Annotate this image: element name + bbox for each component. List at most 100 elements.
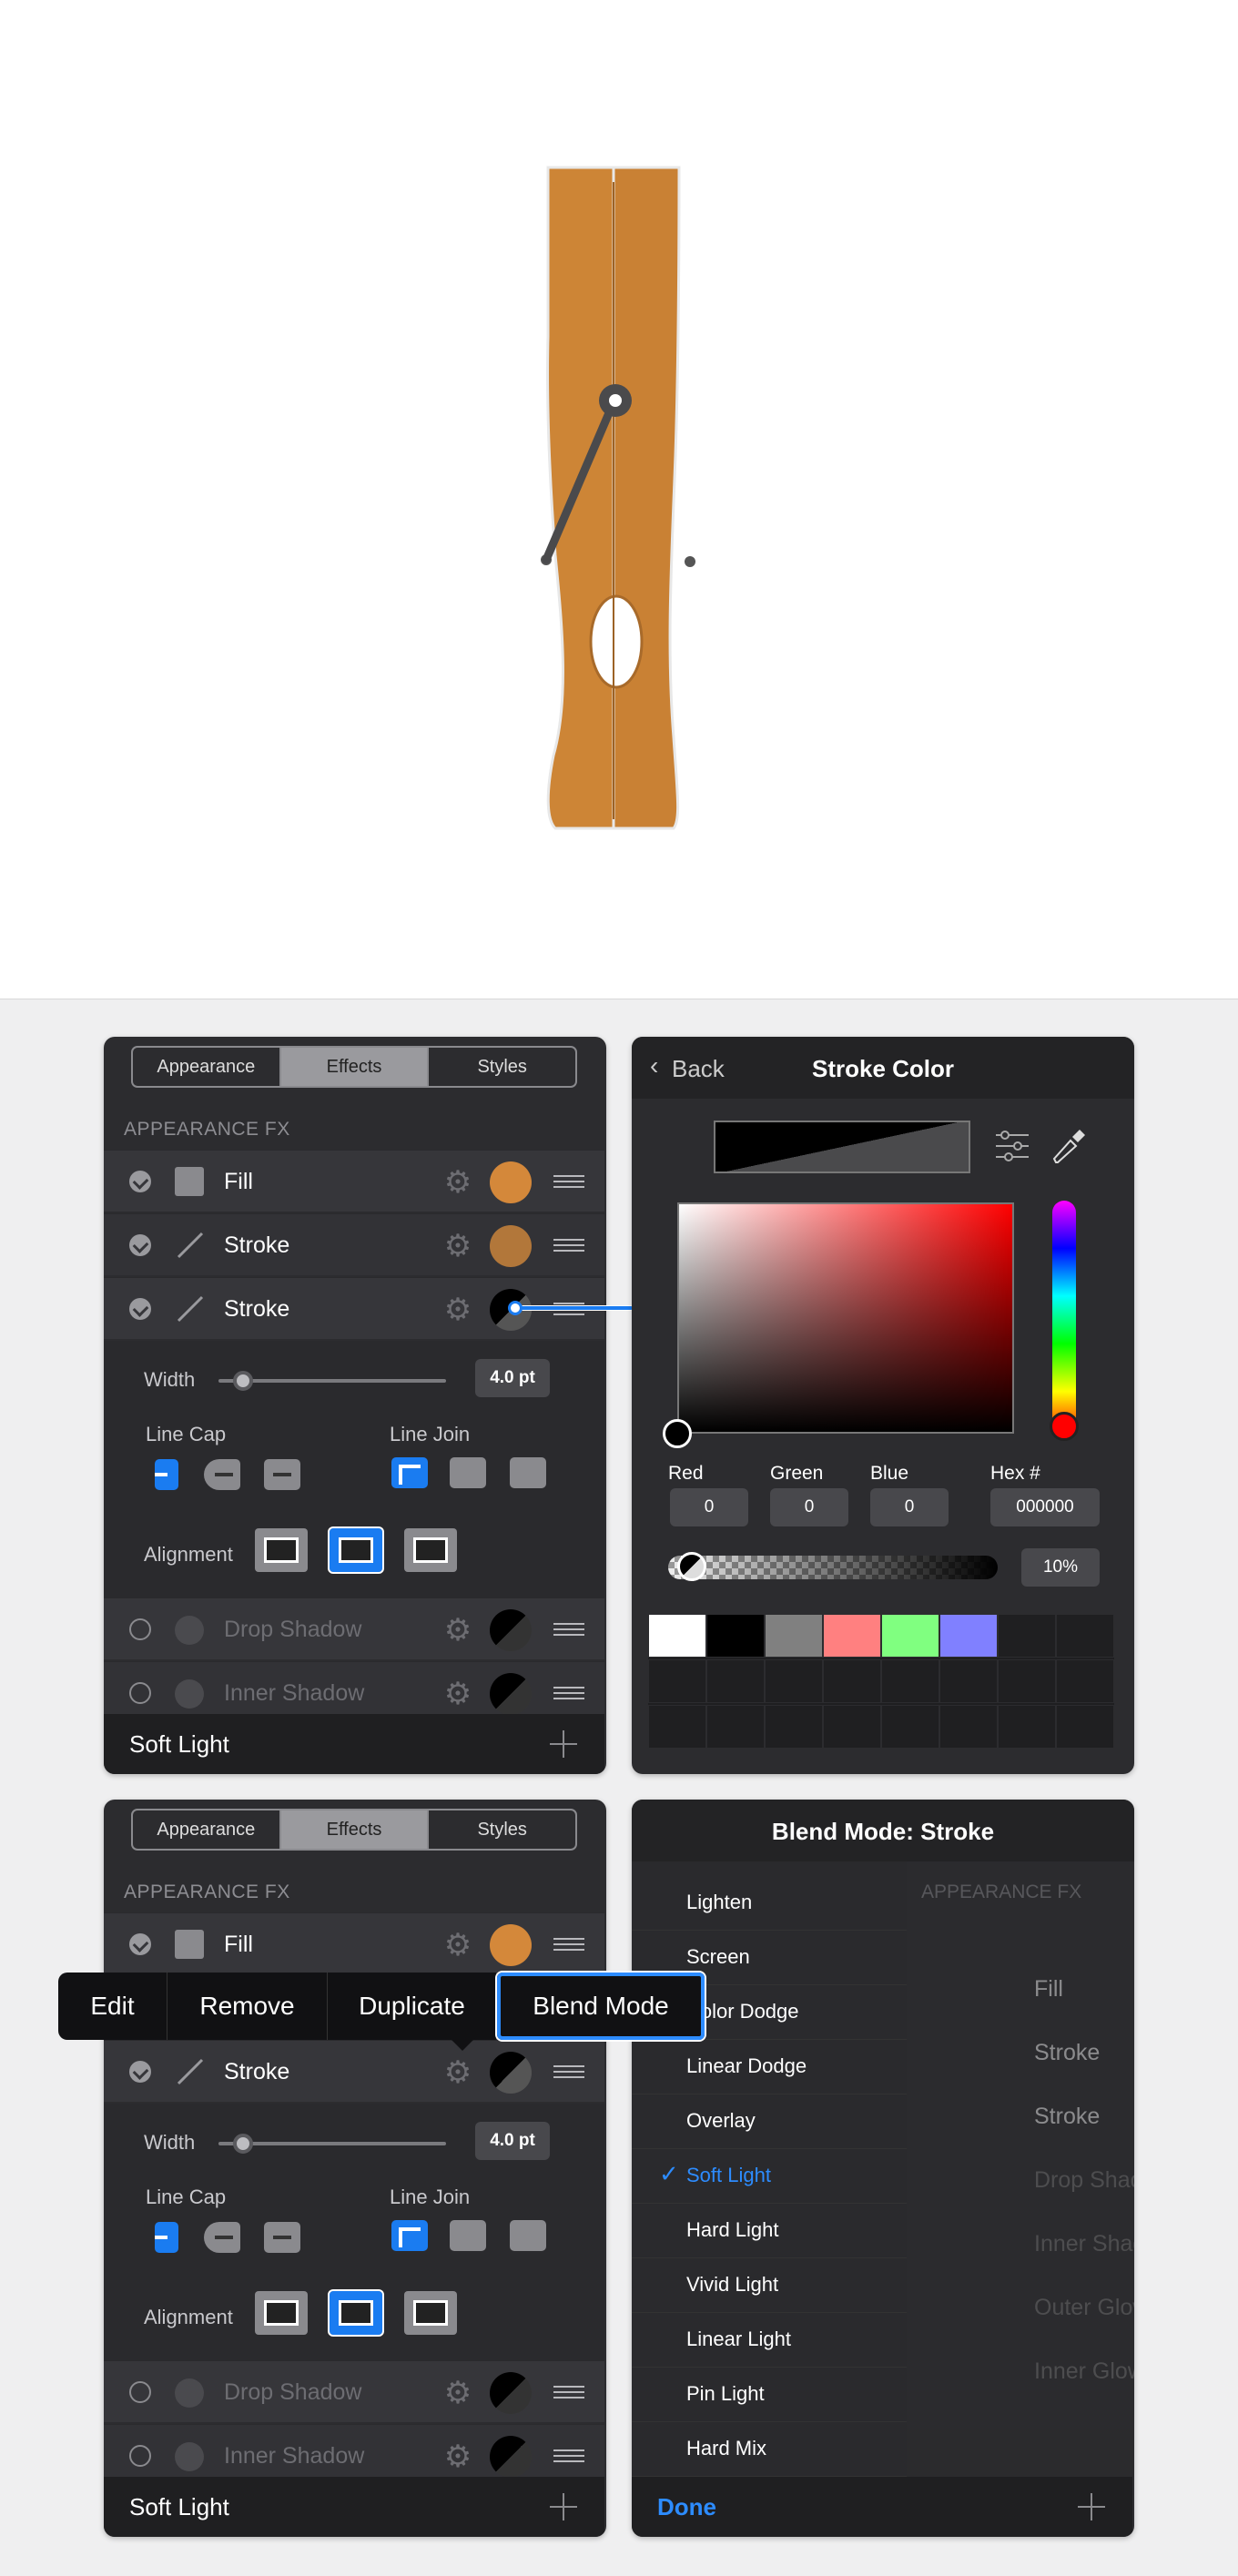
drag-handle-icon[interactable] [553,2449,584,2462]
artboard-canvas[interactable] [0,0,1238,999]
shadow-color-swatch[interactable] [490,2372,532,2414]
align-inside-button[interactable] [255,1528,308,1572]
opacity-value[interactable]: 10% [1021,1548,1100,1587]
gear-icon[interactable]: ⚙ [442,2441,473,2472]
color-swatch[interactable] [939,1659,998,1703]
shadow-color-swatch[interactable] [490,1673,532,1715]
color-swatch[interactable] [939,1614,998,1658]
width-value[interactable]: 4.0 pt [475,1359,550,1397]
color-swatch[interactable] [881,1705,939,1749]
join-round-button[interactable] [450,1457,486,1488]
color-swatch[interactable] [998,1705,1056,1749]
blend-mode-item[interactable]: Hard Light [632,2204,907,2258]
color-swatch[interactable] [823,1614,881,1658]
fx-row-stroke-2[interactable]: Stroke ⚙ [104,2040,604,2102]
stroke-color-swatch[interactable] [490,1225,532,1267]
color-swatch[interactable] [765,1705,823,1749]
tab-appearance[interactable]: Appearance [133,1048,281,1086]
blend-mode-item[interactable]: Hard Mix [632,2422,907,2477]
color-swatch[interactable] [998,1614,1056,1658]
cap-round-button[interactable] [204,2222,240,2253]
color-swatch[interactable] [823,1705,881,1749]
tab-styles[interactable]: Styles [429,1048,575,1086]
red-input[interactable]: 0 [670,1488,748,1526]
cap-butt-button[interactable] [155,1459,178,1490]
footer-blend-mode[interactable]: Soft Light [129,2493,229,2521]
color-swatch[interactable] [706,1614,765,1658]
checkmark-icon[interactable] [129,1298,151,1320]
shadow-color-swatch[interactable] [490,1609,532,1651]
menu-edit[interactable]: Edit [58,1973,167,2040]
stroke-color-swatch[interactable] [490,2052,532,2094]
blend-mode-item[interactable]: Lighten [632,1876,907,1931]
hue-slider[interactable] [1052,1201,1076,1439]
width-value[interactable]: 4.0 pt [475,2122,550,2160]
drag-handle-icon[interactable] [553,1687,584,1699]
blend-mode-item[interactable]: Vivid Light [632,2258,907,2313]
footer-blend-mode[interactable]: Soft Light [129,1730,229,1759]
join-bevel-button[interactable] [510,2220,546,2251]
align-outside-button[interactable] [404,1528,457,1572]
gear-icon[interactable]: ⚙ [442,1231,473,1262]
opacity-slider[interactable] [668,1556,998,1579]
color-swatch[interactable] [765,1659,823,1703]
fx-row-fill[interactable]: Fill ⚙ [104,1150,604,1212]
gear-icon[interactable]: ⚙ [442,1167,473,1198]
fill-color-swatch[interactable] [490,1924,532,1966]
unchecked-icon[interactable] [129,2381,151,2403]
color-swatch[interactable] [1056,1705,1114,1749]
color-swatch[interactable] [823,1659,881,1703]
menu-duplicate[interactable]: Duplicate [328,1973,497,2040]
color-swatch[interactable] [648,1614,706,1658]
add-icon[interactable] [550,1730,577,1758]
color-swatch[interactable] [998,1659,1056,1703]
blend-mode-item[interactable]: Overlay [632,2094,907,2149]
unchecked-icon[interactable] [129,1618,151,1640]
color-swatch[interactable] [706,1705,765,1749]
picker-handle[interactable] [663,1419,692,1448]
color-swatch[interactable] [648,1659,706,1703]
fx-row-drop-shadow[interactable]: Drop Shadow ⚙ [104,1597,604,1659]
fx-row-inner-shadow[interactable]: Inner Shadow ⚙ [104,2424,604,2478]
fx-row-inner-shadow[interactable]: Inner Shadow ⚙ [104,1661,604,1715]
fx-row-fill[interactable]: Fill ⚙ [104,1912,604,1974]
join-miter-button[interactable] [391,2220,428,2251]
cap-round-button[interactable] [204,1459,240,1490]
color-swatch[interactable] [1056,1614,1114,1658]
align-outside-button[interactable] [404,2291,457,2335]
green-input[interactable]: 0 [770,1488,848,1526]
cap-butt-button[interactable] [155,2222,178,2253]
color-swatch[interactable] [939,1705,998,1749]
align-center-button[interactable] [328,2289,384,2337]
tab-styles[interactable]: Styles [429,1810,575,1849]
join-round-button[interactable] [450,2220,486,2251]
eyedropper-icon[interactable] [1050,1126,1087,1166]
gear-icon[interactable]: ⚙ [442,2378,473,2409]
add-icon[interactable] [550,2493,577,2520]
width-slider-knob[interactable] [233,2134,253,2154]
fill-color-swatch[interactable] [490,1161,532,1203]
hex-input[interactable]: 000000 [990,1488,1100,1526]
gear-icon[interactable]: ⚙ [442,1294,473,1325]
color-swatch[interactable] [706,1659,765,1703]
cap-square-button[interactable] [264,1459,300,1490]
fx-row-stroke-1[interactable]: Stroke ⚙ [104,1213,604,1275]
blend-mode-item[interactable]: Linear Dodge [632,2040,907,2094]
gear-icon[interactable]: ⚙ [442,1678,473,1709]
drag-handle-icon[interactable] [553,1175,584,1188]
width-slider-knob[interactable] [233,1371,253,1391]
menu-blend-mode[interactable]: Blend Mode [497,1973,705,2040]
blend-mode-item[interactable]: Linear Light [632,2313,907,2368]
checkmark-icon[interactable] [129,1933,151,1955]
hue-handle[interactable] [1050,1412,1079,1441]
menu-remove[interactable]: Remove [167,1973,328,2040]
drag-handle-icon[interactable] [553,1623,584,1636]
join-bevel-button[interactable] [510,1457,546,1488]
checkmark-icon[interactable] [129,1234,151,1256]
blend-mode-item[interactable]: Pin Light [632,2368,907,2422]
color-swatch[interactable] [648,1705,706,1749]
color-swatch[interactable] [1056,1659,1114,1703]
tab-effects[interactable]: Effects [280,1810,430,1849]
checkmark-icon[interactable] [129,1171,151,1192]
blend-mode-item[interactable]: Soft Light ✓ [632,2149,907,2204]
